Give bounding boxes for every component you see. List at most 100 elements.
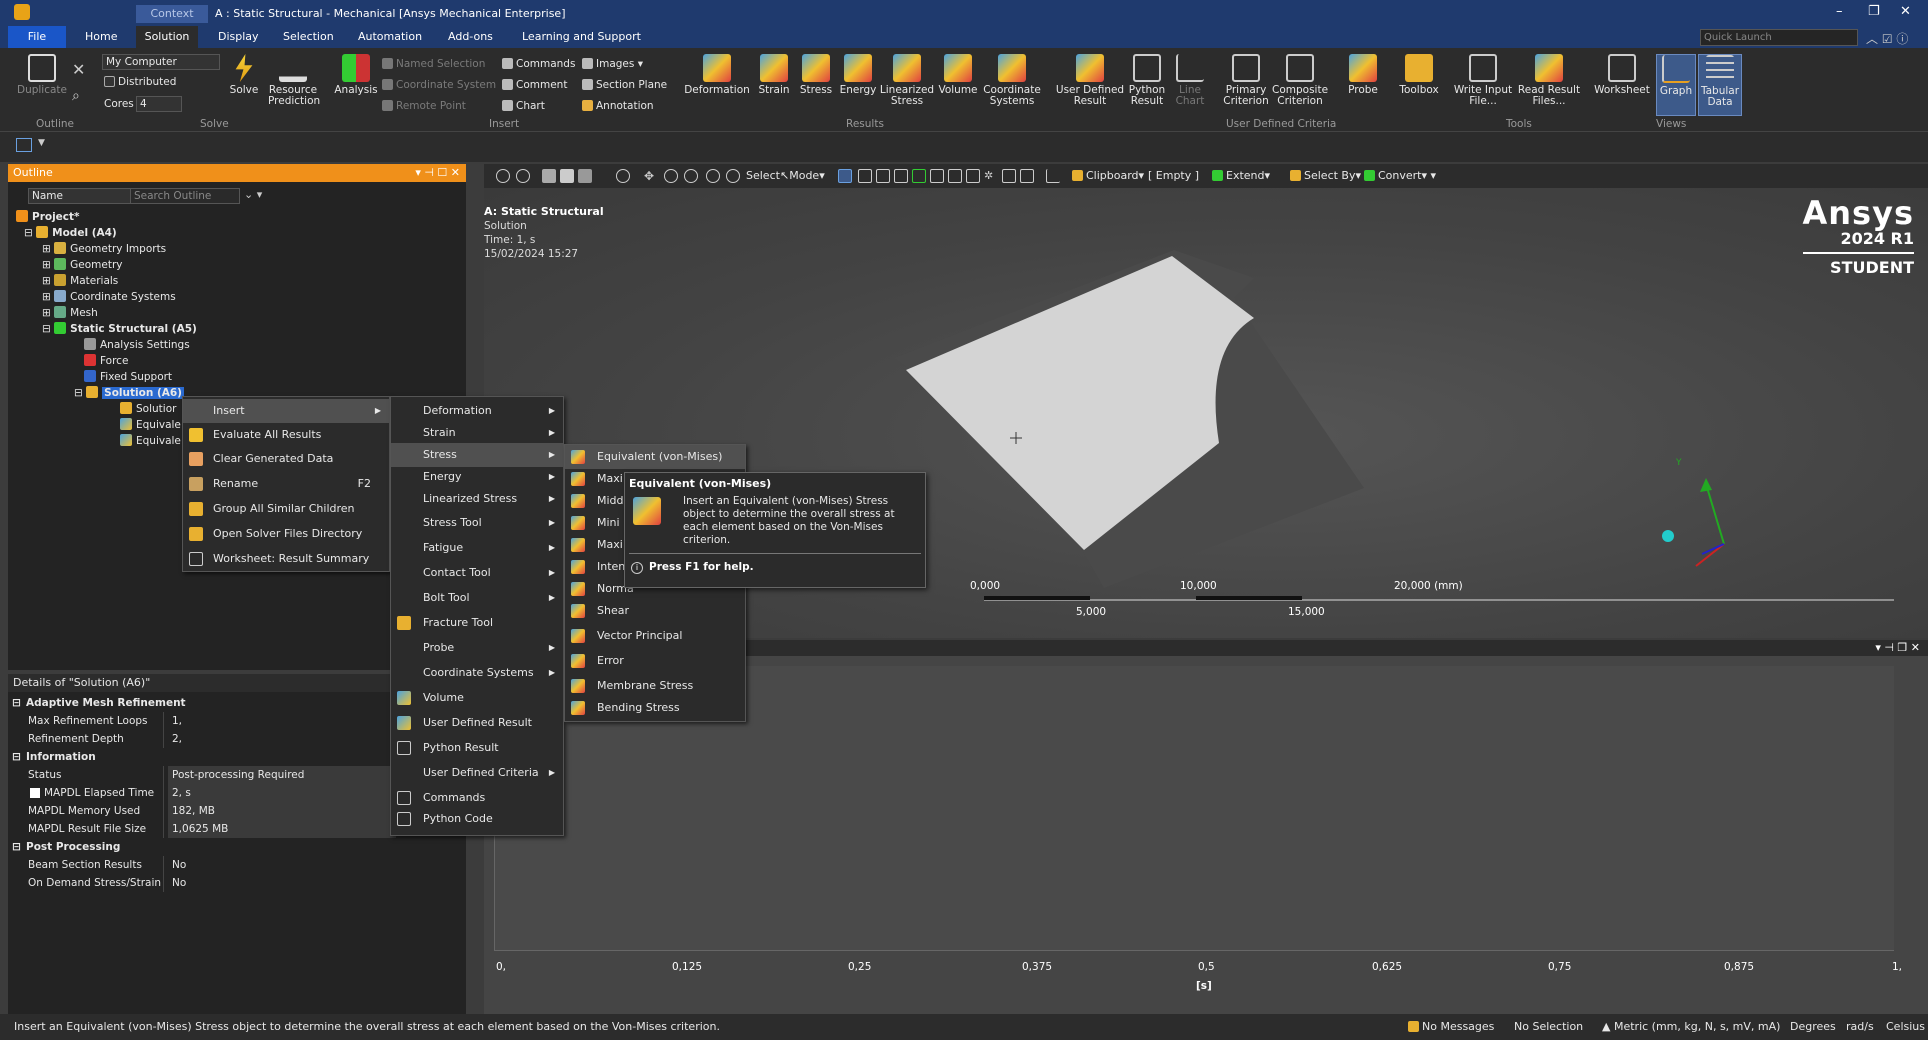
tab-automation[interactable]: Automation: [358, 30, 422, 43]
layout-icon[interactable]: [16, 138, 32, 152]
tree-item-project[interactable]: Project*: [16, 210, 80, 223]
wireframe-icon[interactable]: [578, 169, 592, 183]
cores-input[interactable]: 4: [136, 96, 182, 112]
clipboard-dropdown[interactable]: Clipboard▾: [1072, 169, 1144, 182]
delete-icon[interactable]: ✕: [72, 60, 85, 79]
menu-item-python-code[interactable]: Python Code: [391, 807, 563, 831]
zoom-out-icon[interactable]: [516, 169, 530, 183]
restore-icon[interactable]: ❐: [1868, 4, 1880, 19]
mesh-grid-icon[interactable]: [1002, 169, 1016, 183]
probe-button[interactable]: Probe: [1342, 54, 1384, 96]
menu-item-linearized-stress[interactable]: Linearized Stress ▶: [391, 487, 563, 511]
menu-item-python-result[interactable]: Python Result: [391, 736, 563, 760]
search-outline-input[interactable]: Search Outline: [130, 188, 240, 204]
solve-process-select[interactable]: My Computer: [102, 54, 220, 70]
tab-selection[interactable]: Selection: [283, 30, 334, 43]
menu-item-shear[interactable]: Shear: [565, 599, 745, 623]
distributed-checkbox[interactable]: Distributed: [104, 76, 176, 88]
tree-item-solution[interactable]: ⊟ Solution (A6): [74, 386, 184, 399]
tab-solution[interactable]: Solution: [136, 26, 198, 48]
menu-item-error[interactable]: Error: [565, 649, 745, 673]
tree-item-static-structural[interactable]: ⊟ Static Structural (A5): [42, 322, 197, 335]
commands-button[interactable]: Commands: [502, 58, 575, 70]
select-edge-icon[interactable]: [858, 169, 872, 183]
analysis-button[interactable]: Analysis: [334, 54, 378, 96]
select-face-icon[interactable]: [876, 169, 890, 183]
menu-item-volume[interactable]: Volume: [391, 686, 563, 710]
tree-item-mesh[interactable]: ⊞ Mesh: [42, 306, 98, 319]
tree-item-model[interactable]: ⊟ Model (A4): [24, 226, 117, 239]
rotation-units[interactable]: rad/s: [1846, 1020, 1874, 1033]
mode-dropdown[interactable]: ↖Mode▾: [780, 169, 825, 182]
menu-item-strain[interactable]: Strain ▶: [391, 421, 563, 445]
menu-item-vector-principal[interactable]: Vector Principal: [565, 624, 745, 648]
menu-item-rename[interactable]: Rename F2: [183, 472, 389, 496]
composite-criterion-button[interactable]: Composite Criterion: [1272, 54, 1328, 107]
toolbox-button[interactable]: Toolbox: [1394, 54, 1444, 96]
user-defined-result-button[interactable]: User Defined Result: [1052, 54, 1128, 107]
tree-item-equivalent-2[interactable]: Equivale: [120, 434, 181, 447]
write-input-file-button[interactable]: Write Input File...: [1452, 54, 1514, 107]
name-filter-select[interactable]: Name: [28, 188, 136, 204]
tree-item-solution-information[interactable]: Solutior: [120, 402, 176, 415]
checkbox[interactable]: [30, 788, 40, 798]
messages-indicator[interactable]: No Messages: [1408, 1020, 1494, 1033]
shaded-icon[interactable]: [560, 169, 574, 183]
resource-prediction-button[interactable]: Resource Prediction: [268, 54, 320, 107]
python-result-button[interactable]: Python Result: [1124, 54, 1170, 107]
tab-addons[interactable]: Add-ons: [448, 30, 493, 43]
read-result-files-button[interactable]: Read Result Files...: [1516, 54, 1582, 107]
tab-display[interactable]: Display: [218, 30, 259, 43]
chart-button[interactable]: Chart: [502, 100, 545, 112]
remote-point-button[interactable]: Remote Point: [382, 100, 466, 112]
panel-controls-icon[interactable]: ▾ ⊣ ❐ ✕: [1875, 641, 1920, 654]
menu-item-bolt-tool[interactable]: Bolt Tool ▶: [391, 586, 563, 610]
angle-units[interactable]: Degrees: [1790, 1020, 1836, 1033]
minimize-icon[interactable]: –: [1836, 4, 1843, 19]
extend-dropdown[interactable]: Extend▾: [1212, 169, 1270, 182]
zoom-fit-icon[interactable]: [706, 169, 720, 183]
coordinate-system-button[interactable]: Coordinate System: [382, 79, 496, 91]
menu-item-probe[interactable]: Probe ▶: [391, 636, 563, 660]
filter-chevron-icon[interactable]: ⌄ ▾: [244, 188, 262, 201]
menu-item-deformation[interactable]: Deformation ▶: [391, 399, 563, 423]
menu-item-bending-stress[interactable]: Bending Stress: [565, 696, 745, 720]
details-row[interactable]: On Demand Stress/Strain No: [22, 874, 472, 892]
tab-file[interactable]: File: [8, 26, 66, 48]
tree-item-geometry-imports[interactable]: ⊞ Geometry Imports: [42, 242, 166, 255]
close-icon[interactable]: ✕: [1900, 4, 1911, 19]
energy-button[interactable]: Energy: [836, 54, 880, 96]
tree-item-equivalent-1[interactable]: Equivale: [120, 418, 181, 431]
comment-icon[interactable]: [1020, 169, 1034, 183]
stress-button[interactable]: Stress: [794, 54, 838, 96]
details-section[interactable]: ⊟ Post Processing: [12, 838, 472, 856]
comment-button[interactable]: Comment: [502, 79, 567, 91]
section-plane-button[interactable]: Section Plane: [582, 79, 667, 91]
tree-item-analysis-settings[interactable]: Analysis Settings: [84, 338, 190, 351]
zoom-in-icon[interactable]: [496, 169, 510, 183]
sparkle-icon[interactable]: ✲: [984, 169, 998, 183]
menu-item-insert[interactable]: Insert ▶: [183, 399, 389, 423]
select-vertex-icon[interactable]: [838, 169, 852, 183]
menu-item-clear-generated[interactable]: Clear Generated Data: [183, 447, 389, 471]
magnifier-icon[interactable]: [726, 169, 740, 183]
details-row[interactable]: Beam Section Results No: [22, 856, 472, 874]
tab-learning[interactable]: Learning and Support: [522, 30, 641, 43]
worksheet-button[interactable]: Worksheet: [1594, 54, 1650, 96]
search-icon[interactable]: ⌕: [72, 88, 80, 104]
select-mesh-icon[interactable]: [948, 169, 962, 183]
box-zoom-icon[interactable]: [684, 169, 698, 183]
convert-dropdown[interactable]: Convert▾ ▾: [1364, 169, 1436, 182]
menu-item-membrane-stress[interactable]: Membrane Stress: [565, 674, 745, 698]
menu-item-coordinate-systems[interactable]: Coordinate Systems ▶: [391, 661, 563, 685]
solve-button[interactable]: Solve: [224, 54, 264, 96]
menu-item-user-defined-criteria[interactable]: User Defined Criteria ▶: [391, 761, 563, 785]
panel-controls-icon[interactable]: ▾ ⊣ ☐ ✕: [415, 164, 460, 182]
menu-item-stress[interactable]: Stress ▶: [391, 443, 563, 467]
zoom-icon[interactable]: [664, 169, 678, 183]
tree-item-materials[interactable]: ⊞ Materials: [42, 274, 118, 287]
rotate-icon[interactable]: [616, 169, 630, 183]
coordinate-systems-button[interactable]: Coordinate Systems: [980, 54, 1044, 107]
menu-item-stress-tool[interactable]: Stress Tool ▶: [391, 511, 563, 535]
primary-criterion-button[interactable]: Primary Criterion: [1220, 54, 1272, 107]
